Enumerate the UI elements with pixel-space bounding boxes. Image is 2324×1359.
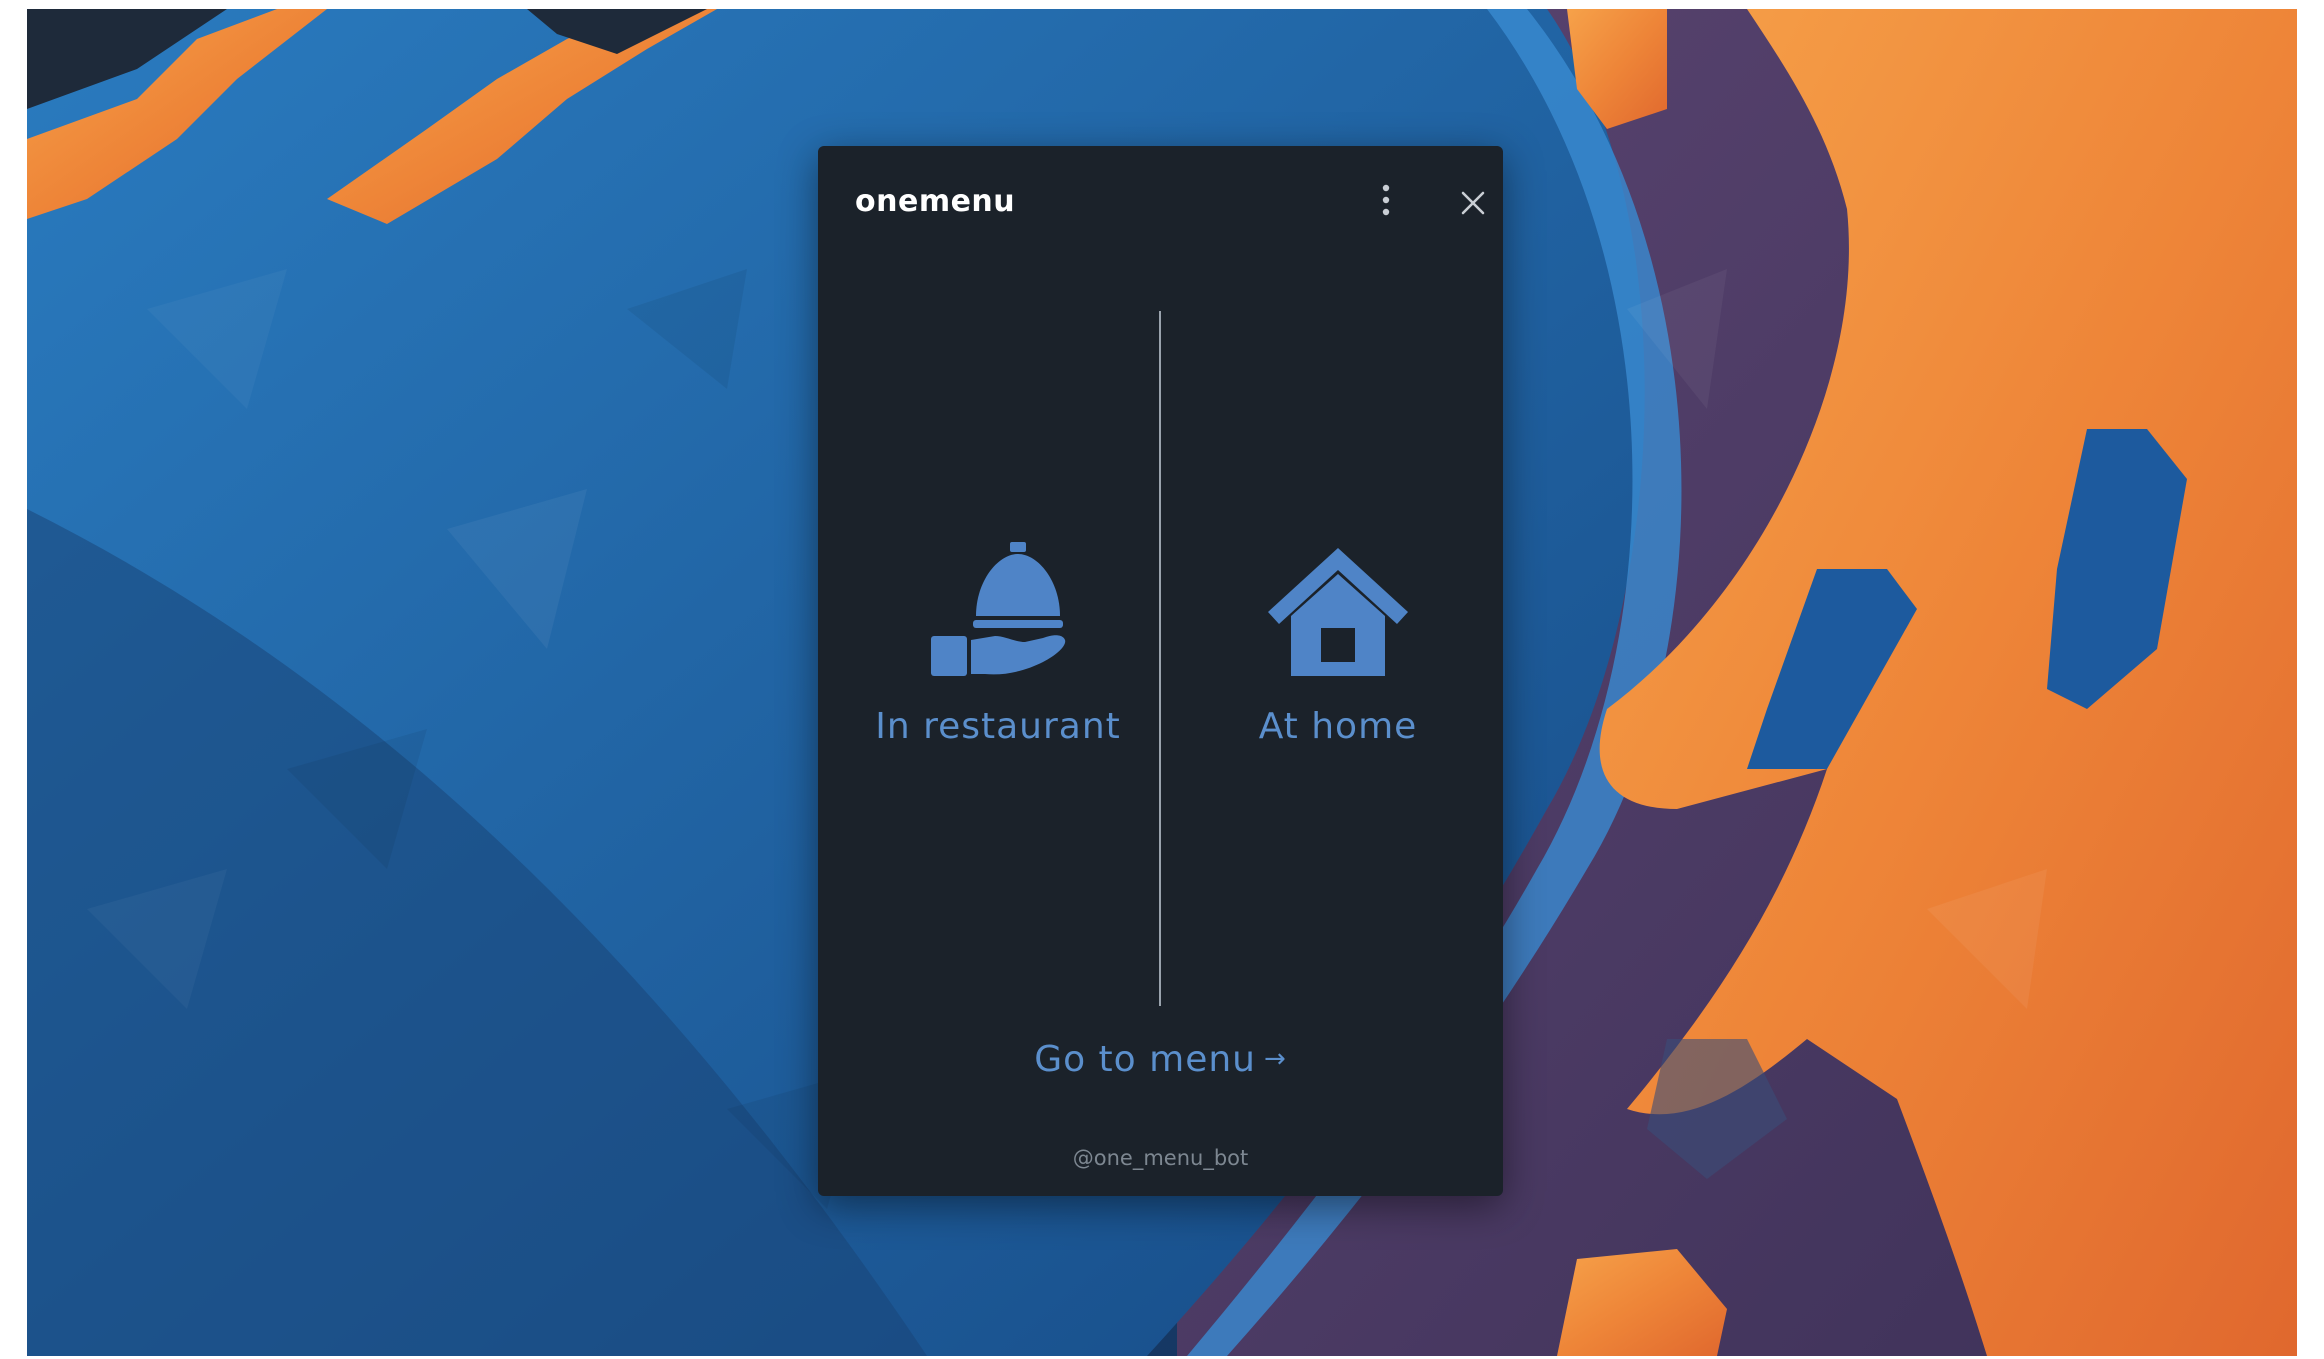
onemenu-window: onemenu In restaurant At home Go to menu… [818, 146, 1503, 1196]
go-to-menu-label: Go to menu [1034, 1039, 1256, 1080]
window-title: onemenu [855, 184, 1016, 219]
in-restaurant-label: In restaurant [875, 706, 1121, 747]
window-titlebar: onemenu [818, 146, 1503, 246]
at-home-label: At home [1258, 706, 1418, 747]
option-divider [1159, 311, 1161, 1006]
close-icon[interactable] [1460, 190, 1486, 216]
home-icon [1178, 536, 1498, 686]
more-vertical-icon[interactable] [1374, 182, 1398, 218]
bot-handle: @one_menu_bot [1072, 1146, 1249, 1170]
at-home-option[interactable]: At home [1178, 536, 1498, 776]
cloche-serving-icon [838, 536, 1158, 686]
arrow-right-icon: → [1264, 1044, 1287, 1074]
go-to-menu-link[interactable]: Go to menu → [818, 1039, 1503, 1080]
in-restaurant-option[interactable]: In restaurant [838, 536, 1158, 776]
desktop-wallpaper: onemenu In restaurant At home Go to menu… [27, 9, 2297, 1356]
